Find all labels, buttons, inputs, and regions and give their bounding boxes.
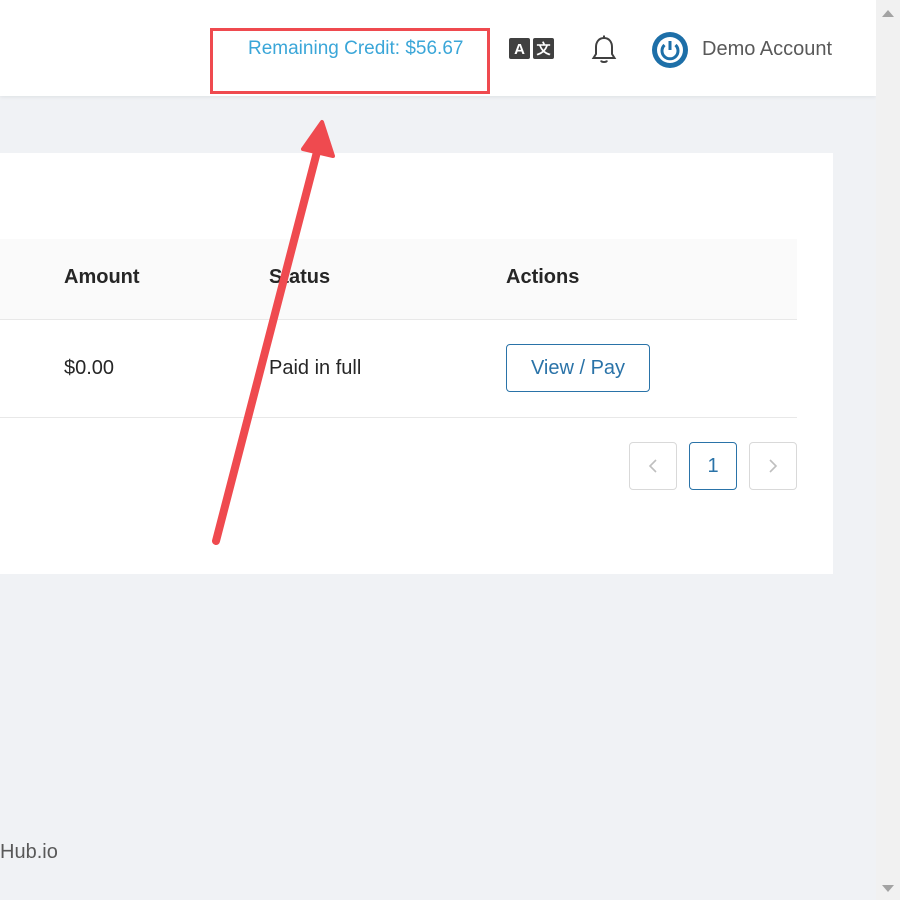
column-header-actions: Actions — [506, 266, 580, 288]
column-header-status: Status — [269, 266, 331, 288]
account-name[interactable]: Demo Account — [702, 38, 832, 61]
chevron-left-icon — [648, 459, 657, 473]
row-status: Paid in full — [269, 357, 362, 379]
chevron-right-icon — [769, 459, 778, 473]
table-header: Amount Status Actions — [0, 239, 797, 320]
pagination-page-1[interactable]: 1 — [689, 442, 737, 490]
scroll-down-arrow-icon[interactable] — [882, 885, 894, 892]
power-icon[interactable] — [652, 32, 688, 68]
scroll-up-arrow-icon[interactable] — [882, 10, 894, 17]
svg-text:A: A — [514, 41, 525, 58]
svg-text:文: 文 — [537, 41, 552, 58]
annotation-highlight-box — [210, 28, 490, 94]
bell-icon[interactable] — [590, 35, 618, 65]
translate-icon[interactable]: A 文 — [509, 38, 555, 60]
pagination-next-button[interactable] — [749, 442, 797, 490]
vertical-scrollbar[interactable] — [876, 0, 900, 900]
view-pay-button[interactable]: View / Pay — [506, 344, 650, 392]
row-amount: $0.00 — [64, 357, 115, 379]
column-header-amount: Amount — [64, 266, 140, 288]
invoice-card: Amount Status Actions $0.00 Paid in full… — [0, 153, 833, 574]
top-header: Remaining Credit: $56.67 A 文 Demo Accoun… — [0, 0, 876, 96]
footer-copyright: Hub.io — [0, 841, 58, 863]
pagination-prev-button[interactable] — [629, 442, 677, 490]
table-row: $0.00 Paid in full View / Pay — [0, 320, 797, 418]
